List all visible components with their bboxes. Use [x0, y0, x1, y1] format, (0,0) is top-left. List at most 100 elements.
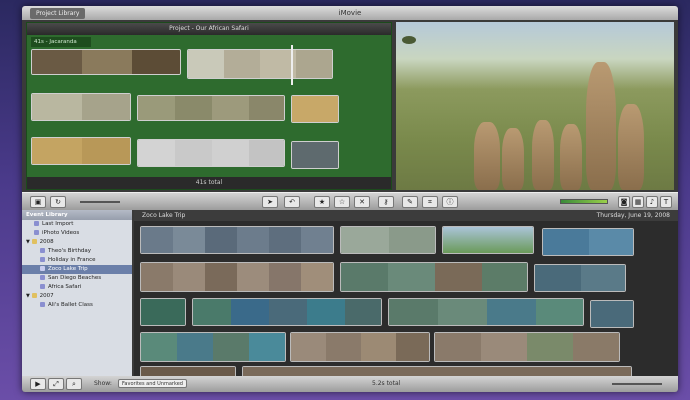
event-icon [40, 283, 45, 289]
camera-icon[interactable]: ◙ [618, 196, 630, 208]
reject-icon[interactable]: ✕ [354, 196, 370, 208]
viewer-meerkat [532, 120, 554, 190]
clips-total: 5.2s total [372, 380, 401, 387]
event-clip[interactable] [434, 332, 620, 362]
project-clip[interactable] [137, 139, 285, 167]
event-clip[interactable] [242, 366, 632, 376]
folder-icon [31, 238, 37, 244]
project-clip[interactable] [291, 95, 339, 123]
music-icon[interactable]: ♪ [646, 196, 658, 208]
sidebar-item-theos-birthday[interactable]: Theo's Birthday [22, 247, 132, 256]
event-date: Thursday, June 19, 2008 [596, 212, 670, 219]
viewer-meerkat [474, 122, 500, 190]
clip-label: 41s - Jacaranda [31, 37, 91, 47]
sidebar-item-label: iPhoto Videos [42, 230, 80, 236]
event-icon [40, 247, 45, 253]
play-full-screen-icon[interactable]: ⤢ [48, 378, 64, 390]
sidebar-item-label: Theo's Birthday [48, 248, 92, 254]
event-clip[interactable] [140, 262, 334, 292]
event-clip[interactable] [442, 226, 534, 254]
sidebar-item-label: San Diego Beaches [48, 275, 102, 281]
show-label: Show: [94, 380, 112, 387]
search-icon[interactable]: ⌕ [66, 378, 82, 390]
event-clip[interactable] [340, 262, 528, 292]
event-clip[interactable] [388, 298, 584, 326]
rotate-icon[interactable]: ↻ [50, 196, 66, 208]
event-clip[interactable] [140, 366, 236, 376]
event-icon [40, 274, 45, 280]
project-clip[interactable] [187, 49, 333, 79]
playhead[interactable] [291, 45, 293, 85]
zoom-slider[interactable] [80, 201, 120, 203]
filter-select[interactable]: Favorites and Unmarked [118, 379, 187, 388]
event-clip[interactable] [590, 300, 634, 328]
sidebar-item-zoco-lake-trip[interactable]: Zoco Lake Trip [22, 265, 132, 274]
sidebar-item-africa-safari[interactable]: Africa Safari [22, 283, 132, 292]
viewer-meerkat [502, 128, 524, 190]
event-clip[interactable] [542, 228, 634, 256]
sidebar-item-holiday-in-france[interactable]: Holiday in France [22, 256, 132, 265]
event-library-sidebar: Event Library Last Import iPhoto Videos … [22, 210, 132, 376]
play-icon[interactable]: ▶ [30, 378, 46, 390]
window-title: iMovie [338, 9, 362, 17]
viewer-meerkat [560, 124, 582, 190]
unstar-icon[interactable]: ☆ [334, 196, 350, 208]
bottom-bar: ▶ ⤢ ⌕ Show: Favorites and Unmarked 5.2s … [22, 376, 678, 392]
event-clip[interactable] [192, 298, 382, 326]
project-clip[interactable] [31, 49, 181, 75]
undo-icon[interactable]: ↶ [284, 196, 300, 208]
disclosure-triangle-icon[interactable]: ▼ [26, 239, 30, 245]
imovie-window: Project Library iMovie Project - Our Afr… [22, 6, 678, 392]
toolbar: ▣ ↻ ➤ ↶ ★ ☆ ✕ ⚷ ✎ ⌗ ⓘ ◙ ▦ ♪ T [22, 192, 678, 210]
project-clip[interactable] [291, 141, 339, 169]
viewer-meerkat [586, 62, 616, 190]
event-clip[interactable] [140, 226, 334, 254]
viewer-tree [402, 36, 416, 44]
sidebar-item-label: 2007 [39, 293, 54, 299]
photo-icon[interactable]: ▦ [632, 196, 644, 208]
sidebar-item-2008[interactable]: ▼ 2008 [22, 238, 132, 247]
event-clip[interactable] [140, 332, 286, 362]
folder-icon [31, 292, 37, 298]
event-library-header: Event Library [22, 210, 132, 220]
sidebar-item-label: Last Import [42, 221, 74, 227]
event-icon [34, 229, 39, 235]
project-clip[interactable] [137, 95, 285, 121]
sidebar-item-label: Holiday in France [48, 257, 96, 263]
sidebar-item-san-diego-beaches[interactable]: San Diego Beaches [22, 274, 132, 283]
project-title: Project - Our African Safari [27, 23, 391, 35]
project-clip[interactable] [31, 137, 131, 165]
star-icon[interactable]: ★ [314, 196, 330, 208]
project-total: 41s total [27, 177, 391, 189]
project-clip[interactable] [31, 93, 131, 121]
thumbnail-size-slider[interactable] [612, 383, 662, 385]
volume-meter [560, 199, 608, 204]
sidebar-item-2007[interactable]: ▼ 2007 [22, 292, 132, 301]
sidebar-item-alis-ballet-class[interactable]: Ali's Ballet Class [22, 301, 132, 310]
title-icon[interactable]: T [660, 196, 672, 208]
disclosure-triangle-icon[interactable]: ▼ [26, 293, 30, 299]
dropper-icon[interactable]: ✎ [402, 196, 418, 208]
sidebar-item-label: Zoco Lake Trip [48, 266, 88, 272]
camera-import-icon[interactable]: ▣ [30, 196, 46, 208]
viewer [396, 22, 674, 190]
event-clip[interactable] [340, 226, 436, 254]
sidebar-item-last-import[interactable]: Last Import [22, 220, 132, 229]
event-icon [40, 265, 45, 271]
event-clip[interactable] [140, 298, 186, 326]
sidebar-item-iphoto-videos[interactable]: iPhoto Videos [22, 229, 132, 238]
sidebar-item-label: Ali's Ballet Class [48, 302, 93, 308]
crop-icon[interactable]: ⌗ [422, 196, 438, 208]
pointer-icon[interactable]: ➤ [262, 196, 278, 208]
project-library-tab[interactable]: Project Library [30, 8, 86, 19]
key-icon[interactable]: ⚷ [378, 196, 394, 208]
sidebar-item-label: 2008 [39, 239, 54, 245]
info-icon[interactable]: ⓘ [442, 196, 458, 208]
event-clip[interactable] [534, 264, 626, 292]
event-browser: Zoco Lake Trip Thursday, June 19, 2008 [134, 210, 678, 376]
event-title: Zoco Lake Trip [142, 212, 186, 219]
event-header: Zoco Lake Trip Thursday, June 19, 2008 [134, 210, 678, 221]
sidebar-item-label: Africa Safari [48, 284, 82, 290]
project-pane: Project - Our African Safari 41s - Jacar… [26, 22, 392, 190]
event-clip[interactable] [290, 332, 430, 362]
